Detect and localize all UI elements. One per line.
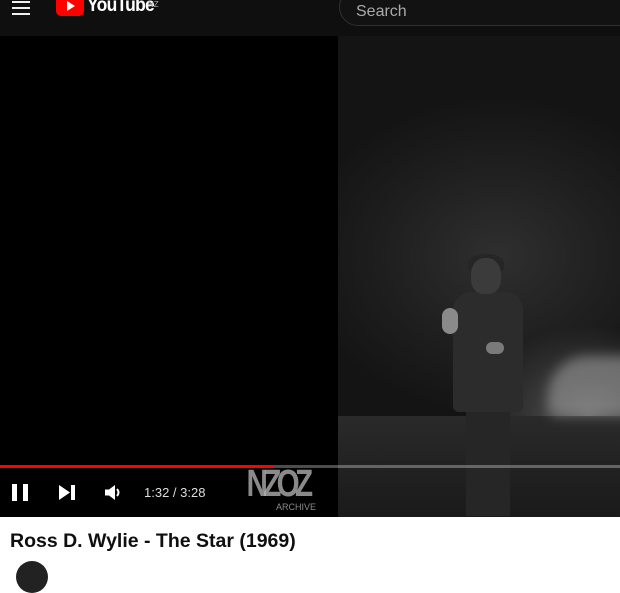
player-controls: 1:32 / 3:28 xyxy=(0,468,620,517)
avatar[interactable] xyxy=(16,561,48,593)
youtube-logo-icon xyxy=(56,0,84,16)
duration: 3:28 xyxy=(180,485,206,500)
time-separator: / xyxy=(169,485,181,500)
stage-light xyxy=(548,356,620,416)
current-time: 1:32 xyxy=(144,485,170,500)
logo-text: YouTube xyxy=(87,0,155,16)
video-player[interactable]: NZOZ ARCHIVE 1:32 / 3:28 xyxy=(0,36,620,517)
next-icon[interactable] xyxy=(58,484,76,501)
singer-hand-microphone xyxy=(442,308,458,334)
search-input[interactable] xyxy=(356,1,616,23)
youtube-logo[interactable]: YouTube xyxy=(56,0,160,18)
volume-icon[interactable] xyxy=(104,484,124,501)
pause-icon[interactable] xyxy=(12,484,30,501)
menu-icon[interactable] xyxy=(9,0,33,16)
singer-hand xyxy=(486,342,504,354)
country-code: NZ xyxy=(148,0,159,9)
video-frame xyxy=(338,36,620,517)
search-box[interactable] xyxy=(339,0,620,26)
time-display: 1:32 / 3:28 xyxy=(144,485,205,500)
masthead: YouTube NZ xyxy=(0,0,620,36)
video-title: Ross D. Wylie - The Star (1969) xyxy=(10,530,296,552)
singer-head xyxy=(471,258,501,294)
